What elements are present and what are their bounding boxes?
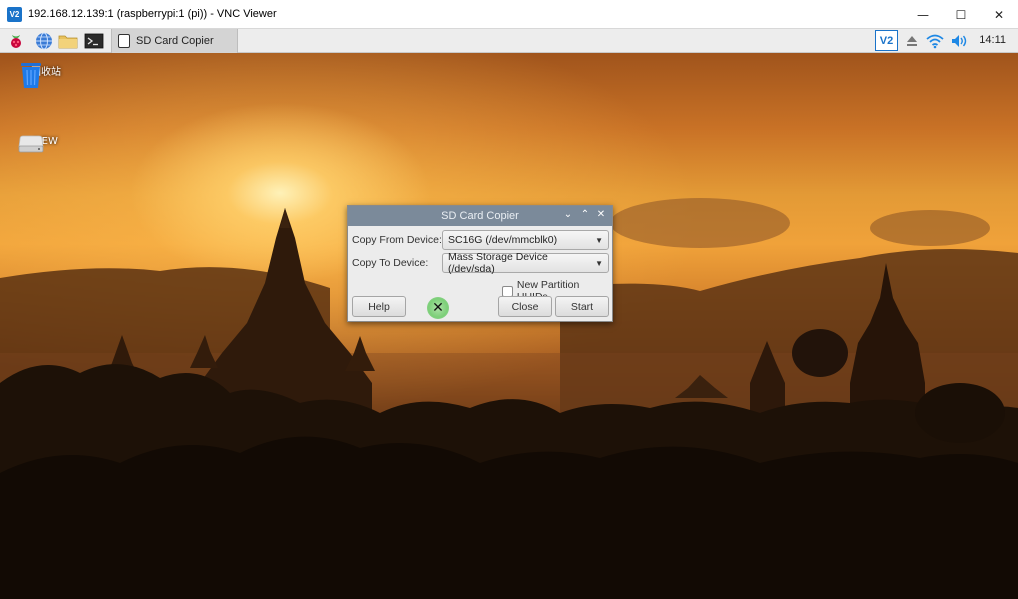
web-browser-icon[interactable] bbox=[34, 32, 54, 50]
dialog-title-bar[interactable]: SD Card Copier ⌄ ⌃ ✕ bbox=[348, 206, 612, 226]
vnc-server-tray-icon[interactable]: V2 bbox=[875, 30, 898, 51]
terminal-icon[interactable] bbox=[84, 32, 104, 50]
volume-icon[interactable] bbox=[950, 32, 970, 50]
document-icon bbox=[118, 34, 130, 48]
panel-clock[interactable]: 14:11 bbox=[979, 34, 1006, 46]
help-button[interactable]: Help bbox=[352, 296, 406, 317]
pi-top-panel: SD Card Copier V2 14:11 bbox=[0, 29, 1018, 53]
desktop-icon-drive[interactable]: NEW bbox=[16, 133, 76, 153]
chevron-down-icon: ▼ bbox=[595, 258, 603, 268]
start-button[interactable]: Start bbox=[555, 296, 609, 317]
chevron-down-icon: ▼ bbox=[595, 235, 603, 245]
copy-to-row: Copy To Device: Mass Storage Device (/de… bbox=[352, 251, 609, 275]
minimize-button[interactable]: — bbox=[904, 0, 942, 29]
copy-from-value: SC16G (/dev/mmcblk0) bbox=[448, 234, 558, 246]
copy-to-value: Mass Storage Device (/dev/sda) bbox=[448, 251, 548, 275]
mouse-cursor-icon: ✕ bbox=[427, 297, 449, 319]
dialog-minimize-icon[interactable]: ⌄ bbox=[562, 209, 574, 220]
copy-from-select[interactable]: SC16G (/dev/mmcblk0) ▼ bbox=[442, 230, 609, 250]
file-manager-icon[interactable] bbox=[58, 32, 78, 50]
wifi-icon[interactable] bbox=[925, 32, 945, 50]
desktop-wallpaper: 回收站 NEW bbox=[0, 53, 1018, 599]
copy-from-label: Copy From Device: bbox=[352, 234, 442, 246]
close-button[interactable]: Close bbox=[498, 296, 552, 317]
maximize-button[interactable]: ☐ bbox=[942, 0, 980, 29]
dialog-title: SD Card Copier bbox=[441, 210, 519, 222]
copy-to-select[interactable]: Mass Storage Device (/dev/sda) ▼ bbox=[442, 251, 609, 275]
vnc-title-bar[interactable]: V2 192.168.12.139:1 (raspberrypi:1 (pi))… bbox=[0, 0, 1018, 29]
copy-from-row: Copy From Device: SC16G (/dev/mmcblk0) ▼ bbox=[352, 230, 609, 250]
dialog-close-icon[interactable]: ✕ bbox=[595, 209, 607, 220]
eject-icon[interactable] bbox=[902, 32, 922, 50]
sd-card-copier-dialog: SD Card Copier ⌄ ⌃ ✕ Copy From Device: S… bbox=[347, 205, 613, 322]
vnc-logo-icon: V2 bbox=[7, 6, 22, 22]
taskbar-item-sd-card-copier[interactable]: SD Card Copier bbox=[111, 29, 238, 53]
drive-icon bbox=[18, 135, 44, 153]
desktop-icon-trash[interactable]: 回收站 bbox=[16, 60, 76, 88]
taskbar-item-label: SD Card Copier bbox=[136, 35, 214, 47]
raspberry-menu-icon[interactable] bbox=[6, 32, 26, 50]
new-partition-uuids-checkbox[interactable] bbox=[502, 285, 513, 297]
window-title: 192.168.12.139:1 (raspberrypi:1 (pi)) - … bbox=[28, 8, 277, 20]
wallpaper-landscape bbox=[0, 198, 1018, 599]
trash-icon bbox=[21, 63, 41, 88]
copy-to-label: Copy To Device: bbox=[352, 257, 429, 269]
dialog-maximize-icon[interactable]: ⌃ bbox=[579, 209, 591, 220]
close-window-button[interactable]: ✕ bbox=[980, 0, 1018, 29]
